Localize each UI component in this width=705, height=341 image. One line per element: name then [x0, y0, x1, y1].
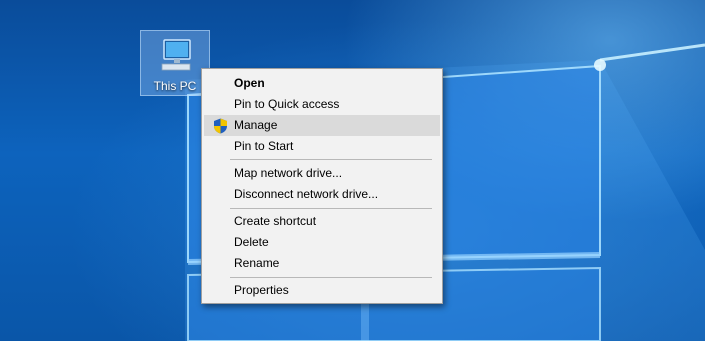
menu-item-manage[interactable]: Manage — [204, 115, 440, 136]
menu-item-disconnect-network-drive[interactable]: Disconnect network drive... — [204, 184, 440, 205]
menu-separator — [230, 208, 432, 209]
menu-item-open[interactable]: Open — [204, 73, 440, 94]
menu-item-rename[interactable]: Rename — [204, 253, 440, 274]
this-pc-icon — [161, 39, 191, 71]
menu-item-pin-quick-access[interactable]: Pin to Quick access — [204, 94, 440, 115]
context-menu: Open Pin to Quick access Manage Pin to S… — [201, 68, 443, 304]
menu-item-properties[interactable]: Properties — [204, 280, 440, 301]
desktop-wallpaper: This PC Open Pin to Quick access Manage … — [0, 0, 705, 341]
this-pc-desktop-icon[interactable]: This PC — [140, 30, 210, 96]
menu-item-create-shortcut[interactable]: Create shortcut — [204, 211, 440, 232]
menu-item-delete[interactable]: Delete — [204, 232, 440, 253]
this-pc-label: This PC — [153, 79, 197, 93]
menu-item-pin-start[interactable]: Pin to Start — [204, 136, 440, 157]
menu-item-manage-label: Manage — [234, 118, 278, 132]
uac-shield-icon — [214, 118, 227, 134]
menu-item-map-network-drive[interactable]: Map network drive... — [204, 163, 440, 184]
menu-separator — [230, 277, 432, 278]
menu-separator — [230, 159, 432, 160]
